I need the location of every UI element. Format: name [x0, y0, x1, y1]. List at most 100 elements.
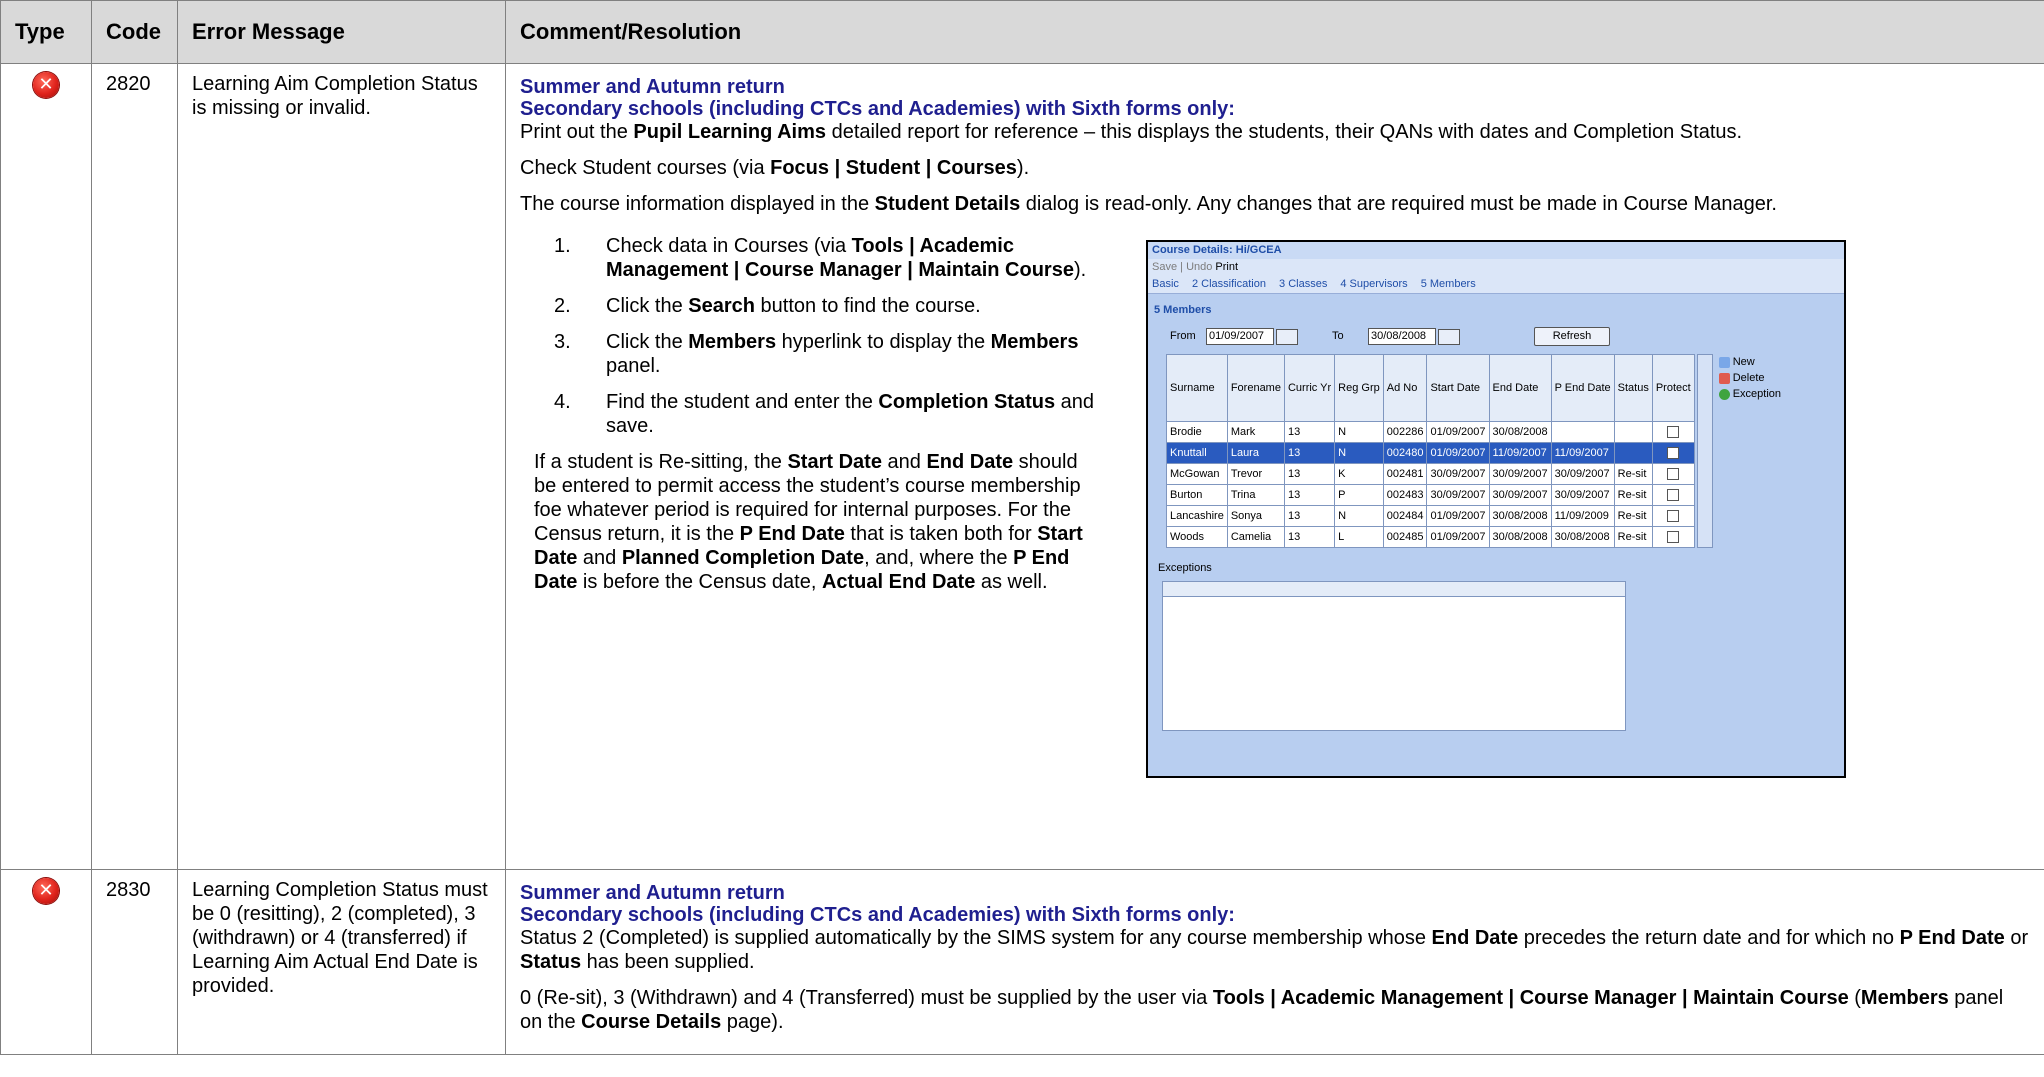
grid-cell-start[interactable]: 30/09/2007 — [1426, 484, 1490, 506]
grid-cell-start[interactable]: 01/09/2007 — [1426, 442, 1490, 464]
grid-cell-yr[interactable]: 13 — [1283, 505, 1336, 527]
link-supervisors[interactable]: 4 Supervisors — [1340, 278, 1407, 290]
grid-column-header[interactable]: End Date — [1488, 354, 1552, 422]
grid-cell-surname[interactable]: Burton — [1166, 484, 1228, 506]
grid-cell-end[interactable]: 30/08/2008 — [1488, 526, 1552, 548]
shot-title: Course Details: Hi/GCEA — [1148, 242, 1844, 259]
grid-cell-pend[interactable]: 30/08/2008 — [1550, 526, 1615, 548]
calendar-icon[interactable] — [1276, 328, 1298, 345]
grid-cell-surname[interactable]: Lancashire — [1166, 505, 1228, 527]
grid-cell-adno[interactable]: 002485 — [1382, 526, 1428, 548]
grid-cell-end[interactable]: 30/09/2007 — [1488, 463, 1552, 485]
print-button[interactable]: Print — [1215, 261, 1238, 273]
grid-cell-adno[interactable]: 002480 — [1382, 442, 1428, 464]
grid-cell-status[interactable]: Re-sit — [1613, 463, 1653, 485]
protect-checkbox[interactable] — [1667, 447, 1680, 460]
grid-cell-status[interactable] — [1613, 442, 1653, 464]
grid-cell-yr[interactable]: 13 — [1283, 526, 1336, 548]
table-row[interactable]: Burton Trina 13 P 002483 30/09/2007 30/09/2007… — [1166, 484, 1695, 506]
grid-cell-surname[interactable]: Knuttall — [1166, 442, 1228, 464]
shot-nav-links: Basic 2 Classification 3 Classes 4 Super… — [1148, 276, 1844, 294]
refresh-button[interactable]: Refresh — [1534, 327, 1610, 346]
grid-cell-forename[interactable]: Trina — [1226, 484, 1285, 506]
grid-cell-start[interactable]: 30/09/2007 — [1426, 463, 1490, 485]
grid-cell-forename[interactable]: Trevor — [1226, 463, 1285, 485]
protect-checkbox[interactable] — [1667, 489, 1680, 502]
grid-cell-surname[interactable]: Woods — [1166, 526, 1228, 548]
table-row[interactable]: McGowan Trevor 13 K 002481 30/09/2007 30/09/20… — [1166, 463, 1695, 485]
grid-column-header[interactable]: Protect — [1651, 354, 1695, 422]
undo-button[interactable]: Undo — [1186, 261, 1212, 273]
delete-button[interactable]: Delete — [1718, 370, 1781, 386]
grid-cell-pend[interactable]: 30/09/2007 — [1550, 484, 1615, 506]
link-basic[interactable]: Basic — [1152, 278, 1179, 290]
grid-cell-adno[interactable]: 002484 — [1382, 505, 1428, 527]
grid-cell-end[interactable]: 11/09/2007 — [1488, 442, 1552, 464]
grid-cell-adno[interactable]: 002286 — [1382, 421, 1428, 443]
table-row: ✕ 2820 Learning Aim Completion Status is… — [0, 63, 2044, 870]
grid-cell-start[interactable]: 01/09/2007 — [1426, 505, 1490, 527]
grid-cell-forename[interactable]: Mark — [1226, 421, 1285, 443]
grid-cell-end[interactable]: 30/08/2008 — [1488, 505, 1552, 527]
grid-cell-yr[interactable]: 13 — [1283, 421, 1336, 443]
grid-cell-reg[interactable]: P — [1334, 484, 1384, 506]
protect-checkbox[interactable] — [1667, 510, 1680, 523]
grid-cell-status[interactable]: Re-sit — [1613, 505, 1653, 527]
grid-cell-start[interactable]: 01/09/2007 — [1426, 421, 1490, 443]
grid-cell-reg[interactable]: K — [1334, 463, 1384, 485]
grid-cell-adno[interactable]: 002481 — [1382, 463, 1428, 485]
grid-cell-reg[interactable]: L — [1334, 526, 1384, 548]
protect-checkbox[interactable] — [1667, 426, 1680, 439]
grid-cell-yr[interactable]: 13 — [1283, 463, 1336, 485]
resolution-heading: Summer and Autumn return — [520, 882, 785, 904]
grid-cell-reg[interactable]: N — [1334, 442, 1384, 464]
grid-scrollbar[interactable] — [1696, 354, 1713, 548]
grid-cell-forename[interactable]: Sonya — [1226, 505, 1285, 527]
resolution-paragraph: Status 2 (Completed) is supplied automat… — [520, 927, 2029, 973]
grid-cell-pend[interactable]: 11/09/2009 — [1550, 505, 1615, 527]
exception-button[interactable]: Exception — [1718, 386, 1781, 402]
grid-cell-status[interactable]: Re-sit — [1613, 526, 1653, 548]
grid-cell-pend[interactable]: 11/09/2007 — [1550, 442, 1615, 464]
grid-column-header[interactable]: Ad No — [1382, 354, 1428, 422]
grid-cell-status[interactable]: Re-sit — [1613, 484, 1653, 506]
new-button[interactable]: New — [1718, 354, 1781, 370]
grid-cell-forename[interactable]: Laura — [1226, 442, 1285, 464]
grid-cell-reg[interactable]: N — [1334, 505, 1384, 527]
grid-cell-end[interactable]: 30/08/2008 — [1488, 421, 1552, 443]
grid-cell-status[interactable] — [1613, 421, 1653, 443]
grid-column-header[interactable]: Start Date — [1426, 354, 1490, 422]
grid-cell-surname[interactable]: McGowan — [1166, 463, 1228, 485]
table-row[interactable]: Woods Camelia 13 L 002485 01/09/2007 30/08/200… — [1166, 526, 1695, 548]
grid-column-header[interactable]: Curric Yr — [1283, 354, 1336, 422]
to-date-field[interactable]: 30/08/2008 — [1368, 328, 1436, 345]
grid-cell-pend[interactable]: 30/09/2007 — [1550, 463, 1615, 485]
calendar-icon[interactable] — [1438, 328, 1460, 345]
table-row[interactable]: Brodie Mark 13 N 002286 01/09/2007 30/08/2008 — [1166, 421, 1695, 443]
grid-cell-start[interactable]: 01/09/2007 — [1426, 526, 1490, 548]
save-button[interactable]: Save — [1152, 261, 1177, 273]
link-classes[interactable]: 3 Classes — [1279, 278, 1327, 290]
grid-column-header[interactable]: Reg Grp — [1334, 354, 1384, 422]
grid-cell-reg[interactable]: N — [1334, 421, 1384, 443]
grid-cell-end[interactable]: 30/09/2007 — [1488, 484, 1552, 506]
grid-cell-yr[interactable]: 13 — [1283, 442, 1336, 464]
grid-column-header[interactable]: Status — [1613, 354, 1653, 422]
grid-cell-yr[interactable]: 13 — [1283, 484, 1336, 506]
protect-cell — [1651, 442, 1695, 464]
grid-column-header[interactable]: P End Date — [1550, 354, 1615, 422]
protect-checkbox[interactable] — [1667, 468, 1680, 481]
table-row[interactable]: Lancashire Sonya 13 N 002484 01/09/2007 30/08/… — [1166, 505, 1695, 527]
link-classification[interactable]: 2 Classification — [1192, 278, 1266, 290]
grid-cell-pend[interactable] — [1550, 421, 1615, 443]
link-members[interactable]: 5 Members — [1421, 278, 1476, 290]
grid-cell-forename[interactable]: Camelia — [1226, 526, 1285, 548]
grid-column-header[interactable]: Forename — [1226, 354, 1285, 422]
grid-cell-adno[interactable]: 002483 — [1382, 484, 1428, 506]
from-date-field[interactable]: 01/09/2007 — [1206, 328, 1274, 345]
grid-column-header[interactable]: Surname — [1166, 354, 1228, 422]
table-row[interactable]: Knuttall Laura 13 N 002480 01/09/2007 11/09/20… — [1166, 442, 1695, 464]
grid-cell-surname[interactable]: Brodie — [1166, 421, 1228, 443]
resit-note: If a student is Re-sitting, the Start Da… — [534, 451, 1083, 593]
protect-checkbox[interactable] — [1667, 531, 1680, 544]
